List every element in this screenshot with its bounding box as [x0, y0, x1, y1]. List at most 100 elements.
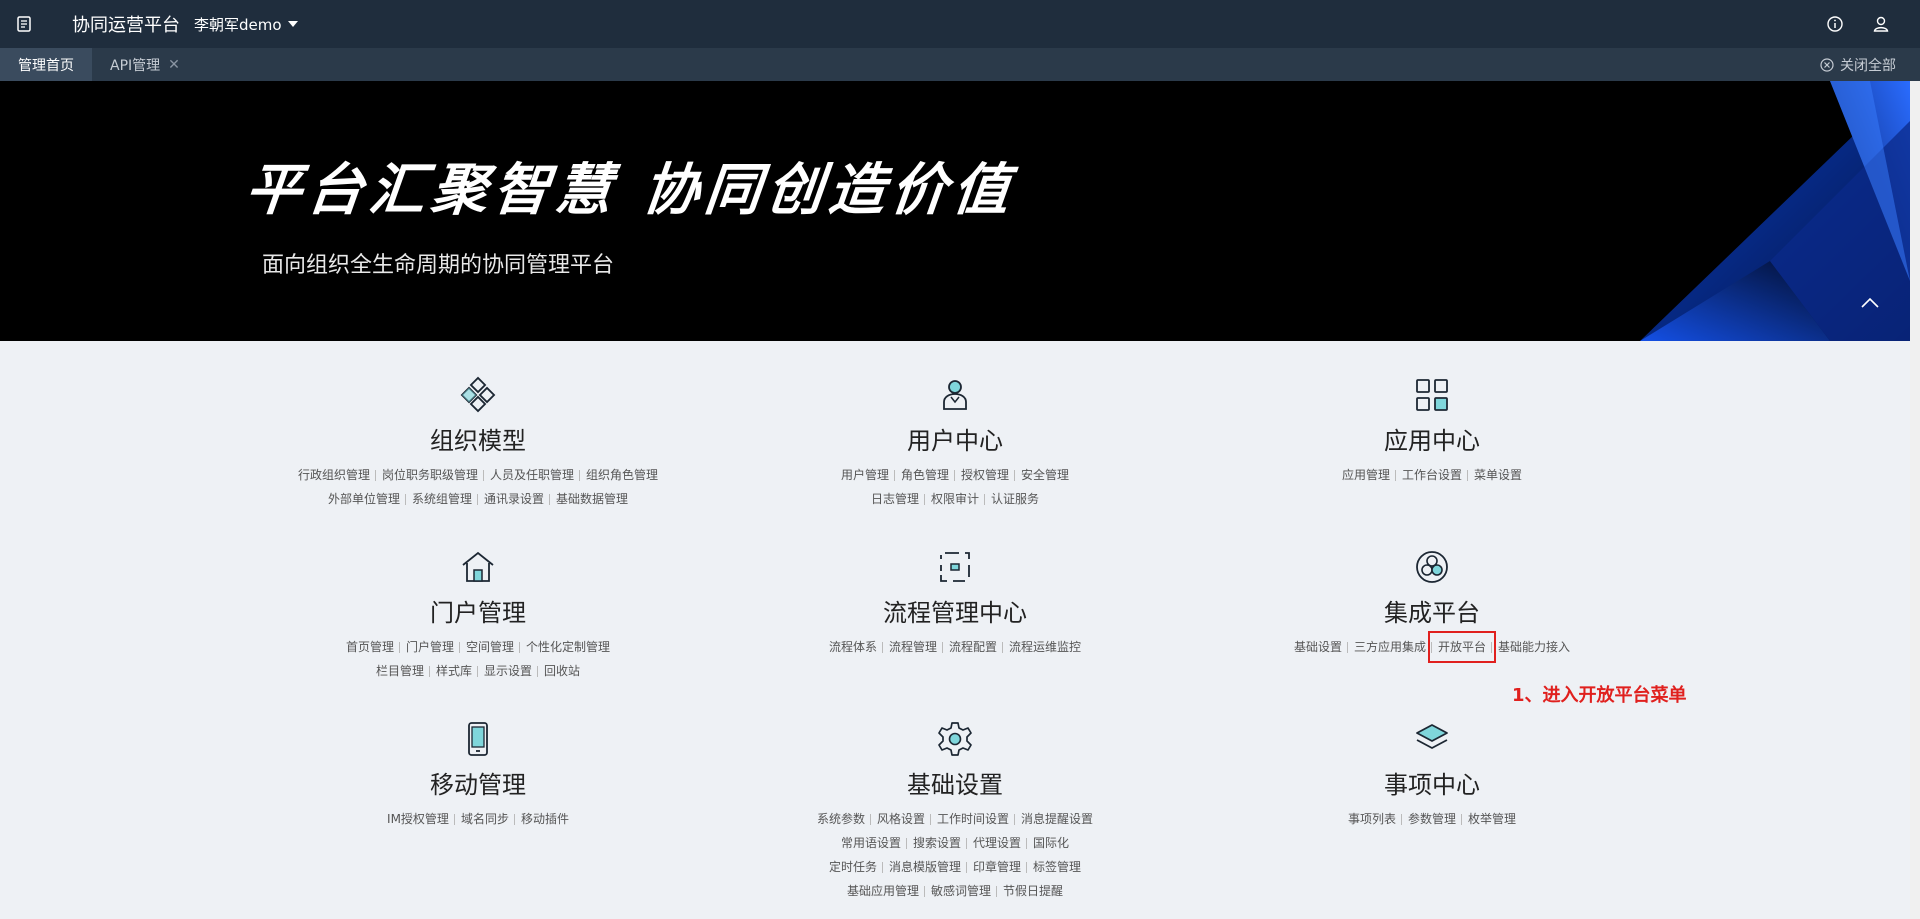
link-authorization[interactable]: 授权管理 [953, 463, 1015, 487]
card-title: 应用中心 [1384, 427, 1480, 455]
integration-icon[interactable] [1412, 547, 1452, 587]
link-basic-apps[interactable]: 基础应用管理 [841, 879, 925, 903]
link-log[interactable]: 日志管理 [865, 487, 925, 511]
link-process-system[interactable]: 流程体系 [823, 635, 883, 659]
app-title: 协同运营平台 [72, 15, 180, 36]
card-basic-settings: 基础设置 系统参数 风格设置 工作时间设置 消息提醒设置 常用语设置 搜索设置 代理设置国… [725, 719, 1185, 903]
link-app-management[interactable]: 应用管理 [1336, 463, 1396, 487]
card-title: 组织模型 [430, 427, 526, 455]
card-title: 用户中心 [907, 427, 1003, 455]
link-i18n[interactable]: 国际化 [1026, 831, 1075, 855]
link-column[interactable]: 栏目管理 [370, 659, 430, 683]
link-scheduled-tasks[interactable]: 定时任务 [823, 855, 883, 879]
link-position-rank[interactable]: 岗位职务职级管理 [374, 463, 484, 487]
link-third-party[interactable]: 三方应用集成 [1346, 635, 1432, 659]
link-display-settings[interactable]: 显示设置 [476, 659, 538, 683]
collapse-banner-icon[interactable] [1858, 291, 1882, 315]
link-holiday-reminder[interactable]: 节假日提醒 [995, 879, 1069, 903]
link-user-management[interactable]: 用户管理 [835, 463, 895, 487]
card-integration: 集成平台 基础设置 三方应用集成 开放平台 基础能力接入 [1202, 547, 1662, 663]
user-dropdown[interactable]: 李朝军demo [194, 14, 298, 35]
card-title: 基础设置 [907, 771, 1003, 799]
link-phrases[interactable]: 常用语设置 [835, 831, 907, 855]
link-tags[interactable]: 标签管理 [1026, 855, 1087, 879]
link-basic-data[interactable]: 基础数据管理 [549, 487, 634, 511]
link-space[interactable]: 空间管理 [458, 635, 520, 659]
link-style-library[interactable]: 样式库 [428, 659, 478, 683]
caret-down-icon [287, 21, 298, 27]
top-bar: 协同运营平台 李朝军demo [0, 0, 1920, 48]
layers-icon[interactable] [1412, 719, 1452, 759]
hero-banner: 平台汇聚智慧 协同创造价值 面向组织全生命周期的协同管理平台 [0, 81, 1910, 341]
link-external-unit[interactable]: 外部单位管理 [322, 487, 406, 511]
link-proxy-settings[interactable]: 代理设置 [965, 831, 1027, 855]
link-portal[interactable]: 门户管理 [398, 635, 460, 659]
link-seal[interactable]: 印章管理 [965, 855, 1027, 879]
link-process-monitor[interactable]: 流程运维监控 [1002, 635, 1087, 659]
user-profile-icon[interactable] [1872, 15, 1890, 33]
link-admin-org[interactable]: 行政组织管理 [292, 463, 376, 487]
link-org-role[interactable]: 组织角色管理 [579, 463, 664, 487]
card-title: 集成平台 [1384, 599, 1480, 627]
link-work-time[interactable]: 工作时间设置 [929, 807, 1015, 831]
link-message-template[interactable]: 消息模版管理 [881, 855, 967, 879]
mobile-icon[interactable] [458, 719, 498, 759]
link-basic-settings[interactable]: 基础设置 [1288, 635, 1348, 659]
tab-label: 管理首页 [18, 57, 74, 74]
link-homepage[interactable]: 首页管理 [340, 635, 400, 659]
close-circle-icon [1820, 57, 1834, 72]
banner-decoration [1640, 81, 1910, 341]
org-model-icon[interactable] [458, 375, 498, 415]
card-matters-center: 事项中心 事项列表 参数管理 枚举管理 [1202, 719, 1662, 831]
tab-admin-home[interactable]: 管理首页 [0, 48, 92, 81]
user-name: 李朝军demo [194, 15, 282, 34]
link-param-management[interactable]: 参数管理 [1400, 807, 1462, 831]
link-enum-management[interactable]: 枚举管理 [1460, 807, 1522, 831]
link-role-management[interactable]: 角色管理 [893, 463, 955, 487]
link-workbench[interactable]: 工作台设置 [1394, 463, 1468, 487]
close-icon[interactable]: ✕ [168, 57, 180, 73]
link-personalization[interactable]: 个性化定制管理 [519, 635, 616, 659]
link-permission-audit[interactable]: 权限审计 [923, 487, 985, 511]
info-icon[interactable] [1826, 15, 1844, 33]
tab-label: API管理 [110, 57, 161, 74]
card-app-center: 应用中心 应用管理 工作台设置 菜单设置 [1202, 375, 1662, 487]
link-search-settings[interactable]: 搜索设置 [905, 831, 967, 855]
link-system-group[interactable]: 系统组管理 [404, 487, 478, 511]
user-center-icon[interactable] [935, 375, 975, 415]
link-address-book[interactable]: 通讯录设置 [476, 487, 550, 511]
card-user-center: 用户中心 用户管理 角色管理 授权管理 安全管理 日志管理 权限审计 认证服务 [725, 375, 1185, 511]
gear-icon[interactable] [935, 719, 975, 759]
link-security[interactable]: 安全管理 [1014, 463, 1075, 487]
link-domain-sync[interactable]: 域名同步 [453, 807, 515, 831]
link-message-reminder[interactable]: 消息提醒设置 [1014, 807, 1099, 831]
link-personnel[interactable]: 人员及任职管理 [482, 463, 580, 487]
card-title: 门户管理 [430, 599, 526, 627]
card-title: 移动管理 [430, 771, 526, 799]
banner-title: 平台汇聚智慧 协同创造价值 [242, 157, 1019, 223]
tab-api-management[interactable]: API管理 ✕ [92, 48, 198, 81]
link-process-config[interactable]: 流程配置 [941, 635, 1003, 659]
link-capability-access[interactable]: 基础能力接入 [1491, 635, 1576, 659]
annotation-callout: 1、进入开放平台菜单 [1512, 685, 1687, 706]
menu-toggle-icon[interactable] [0, 0, 48, 48]
card-title: 流程管理中心 [883, 599, 1027, 627]
link-style-settings[interactable]: 风格设置 [869, 807, 931, 831]
link-process-management[interactable]: 流程管理 [881, 635, 943, 659]
link-sensitive-words[interactable]: 敏感词管理 [923, 879, 997, 903]
link-matters-list[interactable]: 事项列表 [1342, 807, 1402, 831]
home-icon[interactable] [458, 547, 498, 587]
link-system-params[interactable]: 系统参数 [811, 807, 871, 831]
link-menu-settings[interactable]: 菜单设置 [1466, 463, 1528, 487]
link-recycle-bin[interactable]: 回收站 [537, 659, 586, 683]
link-open-platform[interactable]: 开放平台 [1427, 631, 1497, 663]
link-mobile-plugin[interactable]: 移动插件 [513, 807, 575, 831]
workflow-icon[interactable] [935, 547, 975, 587]
scrollbar[interactable] [1910, 81, 1920, 919]
close-all-button[interactable]: 关闭全部 [1820, 48, 1896, 81]
link-im-auth[interactable]: IM授权管理 [381, 807, 455, 831]
app-center-icon[interactable] [1412, 375, 1452, 415]
banner-subtitle: 面向组织全生命周期的协同管理平台 [262, 253, 615, 278]
link-auth-service[interactable]: 认证服务 [983, 487, 1045, 511]
tab-bar: 管理首页 API管理 ✕ 关闭全部 [0, 48, 1920, 81]
